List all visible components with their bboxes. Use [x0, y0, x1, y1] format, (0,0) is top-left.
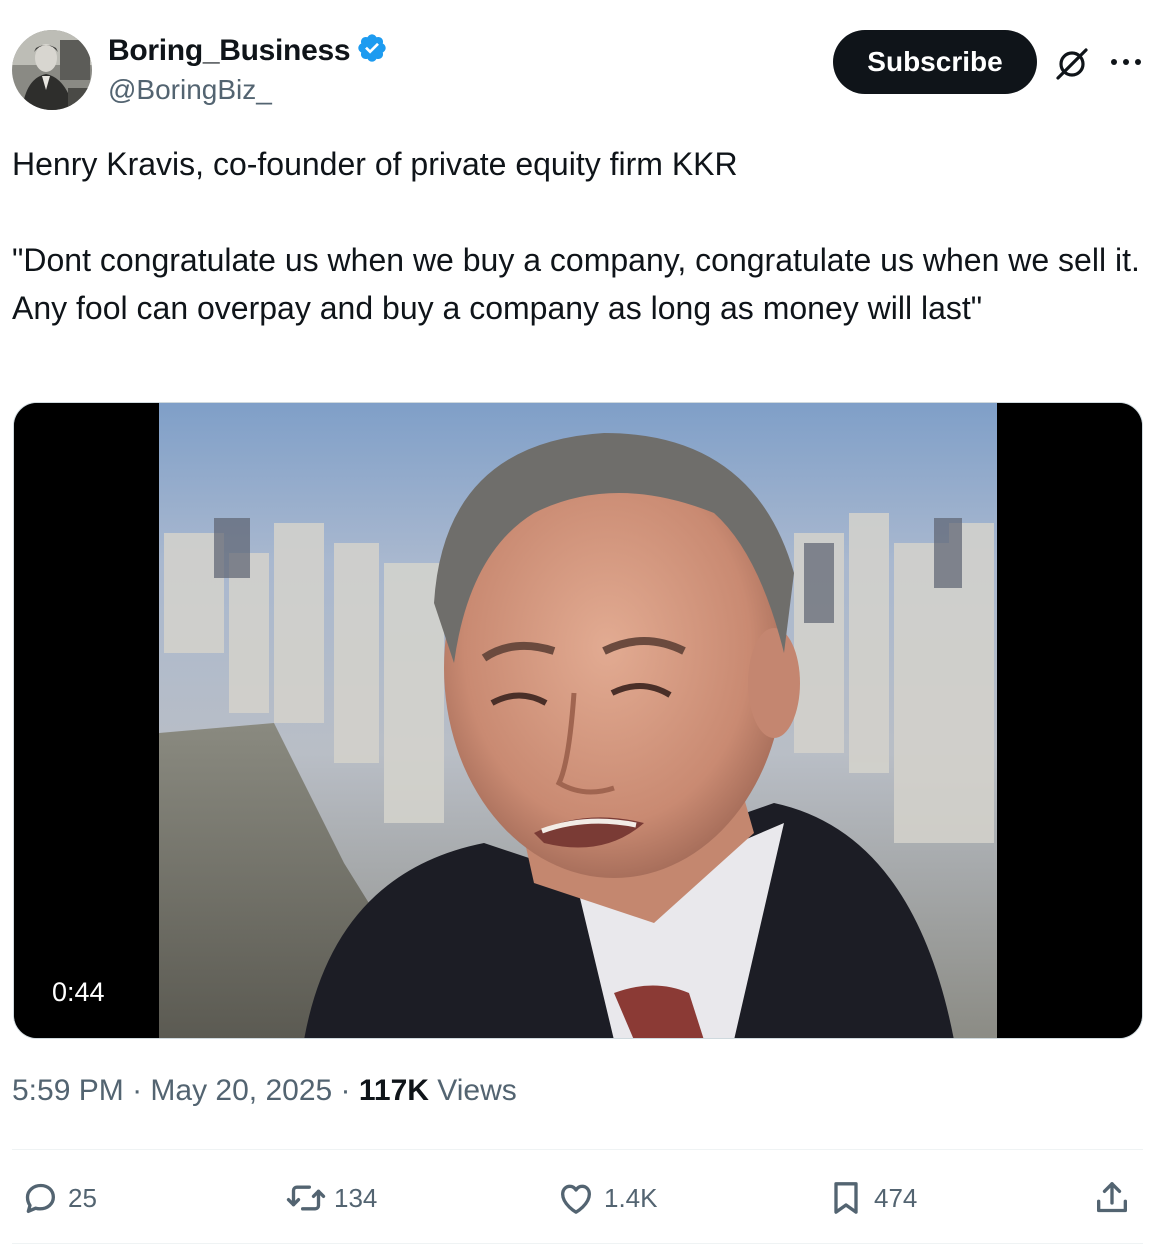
- repost-icon: [286, 1185, 326, 1211]
- divider: [12, 1243, 1143, 1244]
- views-label: Views: [428, 1074, 517, 1107]
- like-button[interactable]: 1.4K: [556, 1174, 658, 1222]
- avatar[interactable]: [12, 30, 92, 110]
- author-handle[interactable]: @BoringBiz_: [108, 74, 272, 106]
- share-icon: [1097, 1182, 1127, 1213]
- heart-icon: [561, 1184, 591, 1214]
- repost-count: 134: [334, 1182, 378, 1213]
- meta-separator: ·: [332, 1074, 359, 1107]
- video-duration: 0:44: [40, 967, 117, 1017]
- tweet-date[interactable]: May 20, 2025: [150, 1074, 332, 1108]
- bookmark-icon: [834, 1182, 858, 1214]
- more-icon[interactable]: [1108, 48, 1144, 76]
- tweet-time[interactable]: 5:59 PM: [12, 1074, 124, 1108]
- reply-count: 25: [68, 1182, 97, 1213]
- subscribe-button[interactable]: Subscribe: [833, 30, 1037, 94]
- video-frame: [14, 403, 1142, 1038]
- verified-badge-icon: [356, 32, 388, 69]
- repost-button[interactable]: 134: [286, 1174, 377, 1222]
- tweet-meta: 5:59 PM · May 20, 2025 · 117K Views: [12, 1074, 517, 1108]
- author-name-row[interactable]: Boring_Business: [108, 32, 388, 69]
- divider: [12, 1149, 1143, 1150]
- video-player[interactable]: [13, 402, 1143, 1039]
- tweet-text: Henry Kravis, co-founder of private equi…: [12, 146, 1140, 326]
- bookmark-button[interactable]: 474: [826, 1174, 917, 1222]
- meta-separator: ·: [123, 1074, 151, 1107]
- reply-icon: [25, 1183, 55, 1213]
- share-button[interactable]: [1092, 1174, 1132, 1222]
- views-count: 117K: [358, 1074, 429, 1107]
- like-count: 1.4K: [604, 1182, 658, 1213]
- grok-icon[interactable]: [1052, 44, 1092, 84]
- author-display-name[interactable]: Boring_Business: [108, 34, 351, 68]
- reply-button[interactable]: 25: [20, 1174, 97, 1222]
- bookmark-count: 474: [874, 1182, 918, 1213]
